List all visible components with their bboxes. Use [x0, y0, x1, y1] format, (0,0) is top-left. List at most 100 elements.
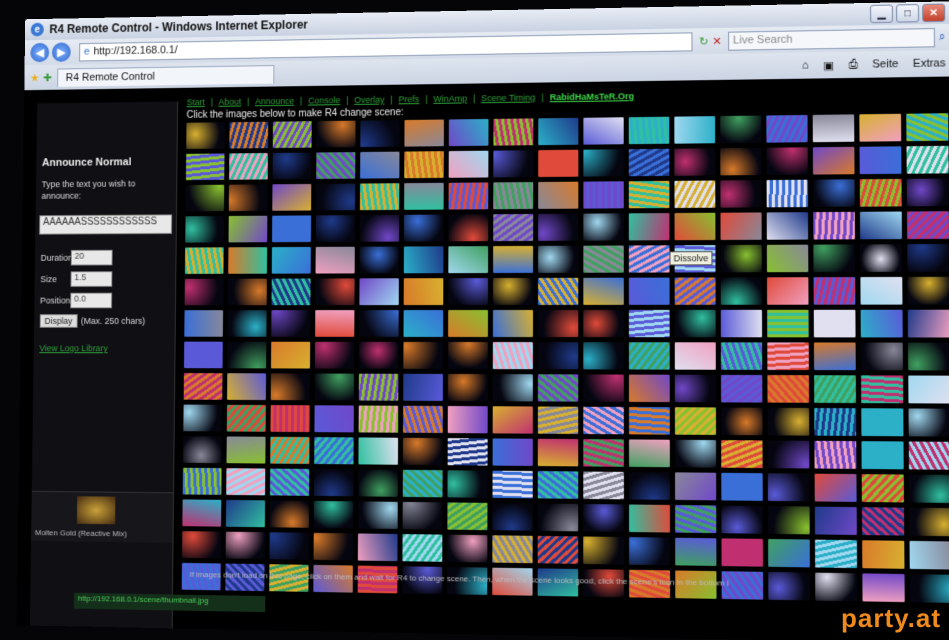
scene-thumbnail[interactable]	[859, 178, 902, 207]
scene-thumbnail[interactable]	[359, 278, 399, 306]
tools-menu[interactable]: Extras	[913, 57, 946, 70]
scene-thumbnail[interactable]	[814, 539, 858, 569]
scene-thumbnail[interactable]	[628, 406, 670, 435]
close-button[interactable]: ✕	[922, 3, 946, 23]
scene-thumbnail[interactable]	[492, 470, 533, 499]
scene-thumbnail[interactable]	[228, 247, 268, 274]
scene-thumbnail[interactable]	[720, 277, 762, 305]
scene-thumbnail[interactable]	[813, 309, 856, 338]
scene-thumbnail[interactable]	[493, 118, 534, 146]
scene-thumbnail[interactable]	[720, 309, 763, 338]
scene-thumbnail[interactable]	[907, 276, 949, 305]
scene-thumbnail[interactable]	[766, 212, 809, 240]
search-input[interactable]: Live Search	[727, 27, 935, 51]
scene-thumbnail[interactable]	[229, 153, 268, 180]
scene-thumbnail[interactable]	[720, 147, 762, 176]
scene-thumbnail[interactable]	[767, 440, 810, 469]
scene-thumbnail[interactable]	[182, 436, 222, 464]
scene-thumbnail[interactable]	[583, 374, 624, 402]
scene-thumbnail[interactable]	[628, 277, 670, 305]
scene-thumbnail[interactable]	[538, 181, 579, 209]
scene-thumbnail[interactable]	[359, 183, 400, 211]
scene-thumbnail[interactable]	[448, 278, 489, 306]
scene-thumbnail[interactable]	[908, 441, 949, 470]
scene-thumbnail[interactable]	[404, 151, 444, 179]
scene-thumbnail[interactable]	[492, 535, 533, 564]
scene-thumbnail[interactable]	[860, 342, 903, 371]
scene-thumbnail[interactable]	[583, 439, 624, 467]
scene-thumbnail[interactable]	[909, 540, 949, 570]
scene-thumbnail[interactable]	[538, 149, 579, 178]
scene-thumbnail[interactable]	[813, 244, 856, 273]
scene-thumbnail[interactable]	[766, 114, 808, 143]
scene-thumbnail[interactable]	[447, 373, 488, 402]
scene-thumbnail[interactable]	[814, 473, 857, 502]
scene-thumbnail[interactable]	[403, 341, 444, 369]
scene-thumbnail[interactable]	[448, 150, 489, 178]
scene-thumbnail[interactable]	[583, 342, 624, 370]
menu-overlay[interactable]: Overlay	[354, 95, 384, 105]
scene-thumbnail[interactable]	[186, 122, 225, 150]
scene-thumbnail[interactable]	[537, 309, 579, 338]
scene-thumbnail[interactable]	[537, 503, 579, 532]
scene-thumbnail[interactable]	[314, 373, 355, 401]
scene-thumbnail[interactable]	[720, 342, 763, 370]
scene-thumbnail[interactable]	[629, 471, 670, 500]
scene-thumbnail[interactable]	[183, 404, 223, 432]
scene-thumbnail[interactable]	[403, 246, 444, 274]
scene-thumbnail[interactable]	[674, 407, 717, 435]
scene-thumbnail[interactable]	[402, 534, 443, 562]
scene-thumbnail[interactable]	[271, 278, 311, 306]
print-icon[interactable]: ⎙	[849, 58, 858, 71]
home-icon[interactable]: ⌂	[802, 59, 809, 71]
scene-thumbnail[interactable]	[448, 309, 488, 338]
scene-thumbnail[interactable]	[315, 183, 356, 211]
scene-thumbnail[interactable]	[721, 440, 763, 469]
scene-thumbnail[interactable]	[720, 374, 763, 403]
scene-thumbnail[interactable]	[315, 310, 355, 337]
scene-thumbnail[interactable]	[675, 472, 717, 501]
scene-thumbnail[interactable]	[447, 502, 488, 531]
scene-thumbnail[interactable]	[629, 504, 671, 533]
scene-thumbnail[interactable]	[907, 243, 949, 272]
scene-thumbnail[interactable]	[814, 375, 856, 404]
scene-thumbnail[interactable]	[537, 342, 579, 370]
scene-thumbnail[interactable]	[493, 150, 534, 178]
scene-thumbnail[interactable]	[182, 467, 222, 495]
scene-thumbnail[interactable]	[768, 571, 811, 601]
scene-thumbnail[interactable]	[359, 310, 399, 337]
scene-thumbnail[interactable]	[861, 507, 905, 536]
scene-thumbnail[interactable]	[628, 116, 670, 145]
scene-thumbnail[interactable]	[403, 310, 444, 337]
favorites-star-icon[interactable]: ★	[30, 71, 39, 84]
scene-thumbnail[interactable]	[358, 501, 398, 529]
scene-thumbnail[interactable]	[906, 211, 949, 240]
scene-thumbnail[interactable]	[906, 178, 949, 207]
scene-thumbnail[interactable]	[447, 341, 488, 370]
scene-thumbnail[interactable]	[357, 533, 398, 562]
scene-thumbnail[interactable]	[228, 215, 268, 243]
scene-thumbnail[interactable]	[270, 436, 310, 464]
scene-thumbnail[interactable]	[314, 437, 354, 465]
scene-thumbnail[interactable]	[315, 278, 355, 306]
scene-thumbnail[interactable]	[537, 471, 579, 499]
scene-thumbnail[interactable]	[448, 118, 489, 147]
scene-thumbnail[interactable]	[269, 500, 310, 528]
scene-thumbnail[interactable]	[909, 574, 949, 603]
scene-thumbnail[interactable]	[183, 373, 223, 400]
scene-thumbnail[interactable]	[860, 244, 903, 272]
scene-thumbnail[interactable]	[906, 113, 949, 142]
scene-thumbnail[interactable]	[271, 246, 311, 274]
scene-thumbnail[interactable]	[229, 121, 269, 149]
scene-thumbnail[interactable]	[862, 573, 905, 603]
menu-announce[interactable]: Announce	[255, 96, 294, 106]
refresh-icon[interactable]: ↻	[699, 35, 708, 48]
scene-thumbnail[interactable]	[629, 537, 671, 566]
scene-thumbnail[interactable]	[404, 182, 444, 210]
scene-thumbnail[interactable]	[766, 147, 808, 175]
scene-thumbnail[interactable]	[674, 309, 716, 338]
scene-thumbnail[interactable]	[583, 213, 624, 241]
scene-thumbnail[interactable]	[674, 148, 716, 176]
scene-thumbnail[interactable]	[493, 213, 534, 242]
scene-thumbnail[interactable]	[814, 440, 857, 469]
